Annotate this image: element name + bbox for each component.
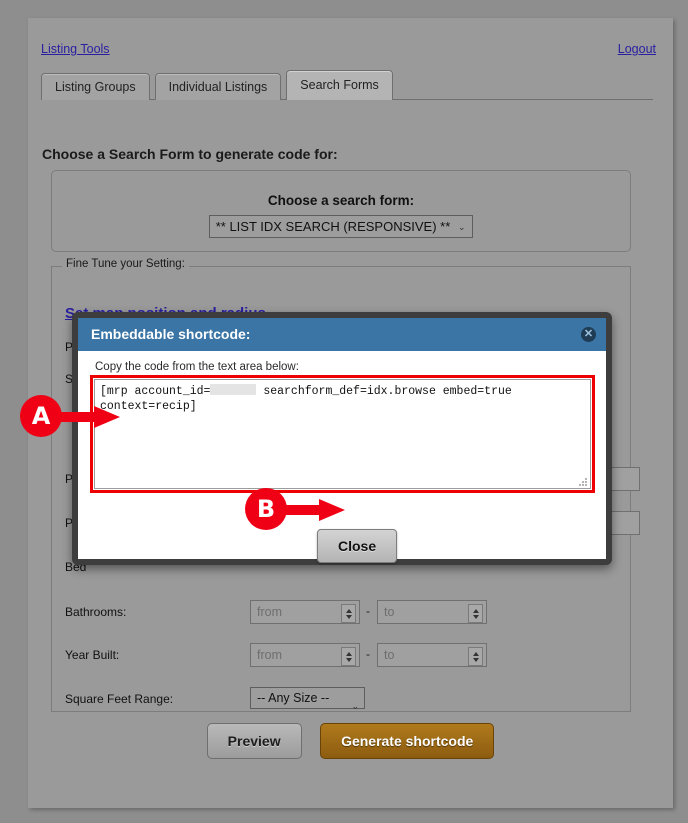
year-built-separator: -: [366, 647, 370, 661]
tab-search-forms[interactable]: Search Forms: [286, 70, 393, 100]
modal-title: Embeddable shortcode:: [91, 326, 251, 342]
modal-header: Embeddable shortcode: ✕: [78, 318, 606, 351]
bathrooms-to-placeholder: to: [384, 605, 395, 619]
generate-shortcode-button[interactable]: Generate shortcode: [320, 723, 495, 759]
year-built-label: Year Built:: [65, 648, 120, 662]
preview-button[interactable]: Preview: [206, 723, 302, 759]
close-icon[interactable]: ✕: [581, 327, 596, 342]
fine-tune-legend: Fine Tune your Setting:: [62, 258, 189, 270]
logout-link[interactable]: Logout: [618, 42, 656, 56]
page-title: Choose a Search Form to generate code fo…: [42, 146, 338, 162]
bathrooms-separator: -: [366, 604, 370, 618]
tab-listing-groups[interactable]: Listing Groups: [41, 73, 150, 100]
bathrooms-from-placeholder: from: [257, 605, 282, 619]
redacted-account-id: [210, 384, 257, 395]
year-built-to-stepper[interactable]: [468, 647, 483, 666]
choose-search-form-label: Choose a search form:: [267, 193, 415, 208]
tab-strip: Listing Groups Individual Listings Searc…: [41, 70, 653, 100]
price-to-input[interactable]: [610, 467, 640, 491]
bathrooms-label: Bathrooms:: [65, 605, 127, 619]
year-built-to-input[interactable]: to: [377, 643, 487, 667]
modal-close-button[interactable]: Close: [317, 529, 398, 563]
choose-search-form-select-wrap: ** LIST IDX SEARCH (RESPONSIVE) ** ⌄: [52, 215, 630, 238]
square-feet-select[interactable]: -- Any Size -- ⌄: [250, 687, 365, 711]
bathrooms-from-stepper[interactable]: [341, 604, 356, 623]
tab-bar: Listing Groups Individual Listings Searc…: [41, 70, 653, 100]
bathrooms-from-input[interactable]: from: [250, 600, 360, 624]
year-built-from-stepper[interactable]: [341, 647, 356, 666]
textarea-resize-handle[interactable]: [577, 476, 587, 486]
choose-search-form-panel: Choose a search form: ** LIST IDX SEARCH…: [51, 170, 631, 252]
year-built-to-placeholder: to: [384, 648, 395, 662]
chevron-down-icon: ⌄: [351, 701, 359, 711]
bathrooms-to-stepper[interactable]: [468, 604, 483, 623]
modal-body: Copy the code from the text area below: …: [78, 351, 606, 563]
shortcode-text-part1: [mrp account_id=: [100, 385, 211, 398]
action-button-bar: Preview Generate shortcode: [28, 723, 673, 759]
property-type-input[interactable]: [610, 511, 640, 535]
square-feet-select-value: -- Any Size --: [257, 691, 330, 705]
search-form-select-value: ** LIST IDX SEARCH (RESPONSIVE) **: [215, 219, 451, 234]
embeddable-shortcode-modal: Embeddable shortcode: ✕ Copy the code fr…: [72, 312, 612, 565]
top-links-bar: Listing Tools Logout: [28, 18, 673, 62]
listing-tools-link[interactable]: Listing Tools: [41, 42, 110, 56]
year-built-from-input[interactable]: from: [250, 643, 360, 667]
shortcode-textarea[interactable]: [mrp account_id= searchform_def=idx.brow…: [94, 379, 591, 489]
chevron-down-icon: ⌄: [457, 221, 466, 232]
copy-instruction: Copy the code from the text area below:: [95, 361, 299, 373]
bathrooms-to-input[interactable]: to: [377, 600, 487, 624]
square-feet-label: Square Feet Range:: [65, 692, 174, 706]
search-form-select[interactable]: ** LIST IDX SEARCH (RESPONSIVE) ** ⌄: [208, 215, 474, 238]
year-built-from-placeholder: from: [257, 648, 282, 662]
tab-individual-listings[interactable]: Individual Listings: [154, 73, 282, 100]
